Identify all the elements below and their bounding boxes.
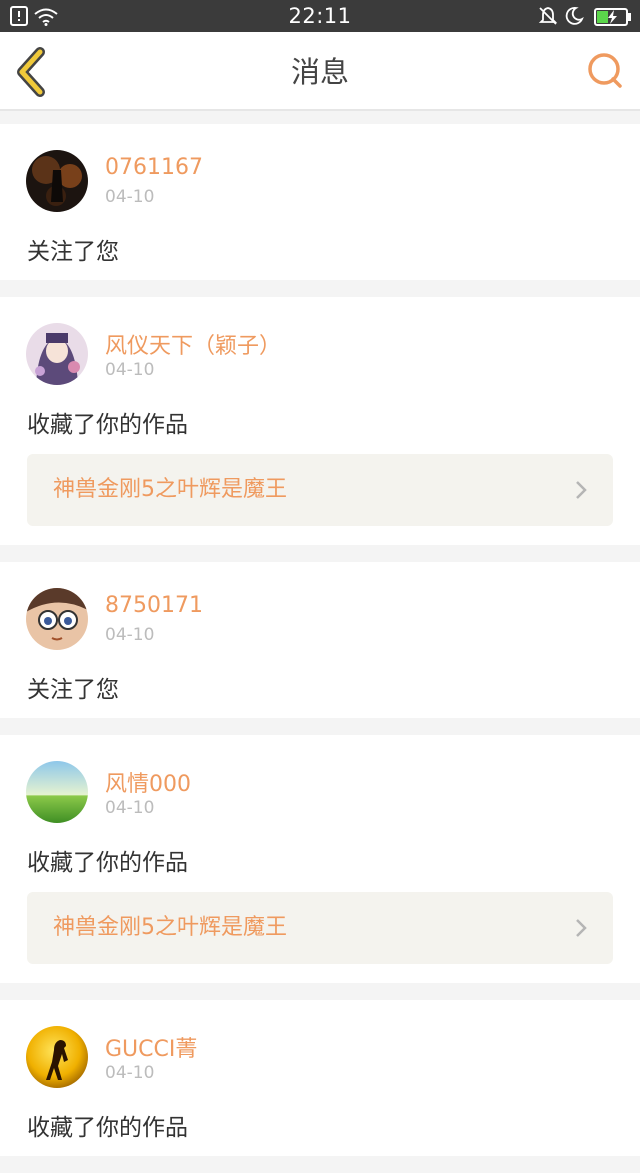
- message-action: 关注了您: [27, 239, 119, 265]
- message-date: 04-10: [105, 360, 155, 380]
- avatar[interactable]: [26, 323, 88, 385]
- avatar[interactable]: [26, 150, 88, 212]
- page-title: 消息: [290, 55, 349, 89]
- message-item[interactable]: 风情000 04-10 收藏了你的作品 神兽金刚5之叶辉是魔王: [0, 735, 640, 983]
- message-date: 04-10: [105, 625, 155, 645]
- username[interactable]: 风仪天下（颖子）: [105, 328, 281, 360]
- message-item[interactable]: 风仪天下（颖子） 04-10 收藏了你的作品 神兽金刚5之叶辉是魔王: [0, 297, 640, 545]
- avatar[interactable]: [26, 761, 88, 823]
- username[interactable]: 0761167: [105, 155, 203, 180]
- message-action: 关注了您: [27, 677, 119, 703]
- message-item[interactable]: 0761167 04-10 关注了您: [0, 124, 640, 280]
- work-link[interactable]: 神兽金刚5之叶辉是魔王: [27, 454, 613, 526]
- work-title: 神兽金刚5之叶辉是魔王: [53, 477, 287, 502]
- chevron-right-icon: [576, 481, 587, 499]
- chevron-right-icon: [576, 919, 587, 937]
- message-date: 04-10: [105, 187, 155, 207]
- navigation-header: 消息: [0, 32, 640, 111]
- search-button[interactable]: [584, 50, 626, 92]
- battery-charging-icon: [594, 8, 631, 26]
- message-action: 收藏了你的作品: [27, 412, 188, 438]
- username[interactable]: GUCCI菁: [105, 1031, 197, 1063]
- avatar[interactable]: [26, 588, 88, 650]
- mute-icon: [538, 7, 558, 25]
- avatar[interactable]: [26, 1026, 88, 1088]
- message-item[interactable]: GUCCI菁 04-10 收藏了你的作品: [0, 1000, 640, 1156]
- message-list: 0761167 04-10 关注了您 风仪天下（颖子） 04-10 收藏了你的作…: [0, 124, 640, 1173]
- message-date: 04-10: [105, 1063, 155, 1083]
- moon-icon: [565, 7, 584, 25]
- message-date: 04-10: [105, 798, 155, 818]
- message-action: 收藏了你的作品: [27, 850, 188, 876]
- status-bar: 22:11: [0, 0, 640, 32]
- work-link[interactable]: 神兽金刚5之叶辉是魔王: [27, 892, 613, 964]
- search-icon: [588, 53, 622, 88]
- message-action: 收藏了你的作品: [27, 1115, 188, 1141]
- work-title: 神兽金刚5之叶辉是魔王: [53, 915, 287, 940]
- username[interactable]: 风情000: [105, 766, 191, 798]
- message-item[interactable]: 8750171 04-10 关注了您: [0, 562, 640, 718]
- username[interactable]: 8750171: [105, 593, 203, 618]
